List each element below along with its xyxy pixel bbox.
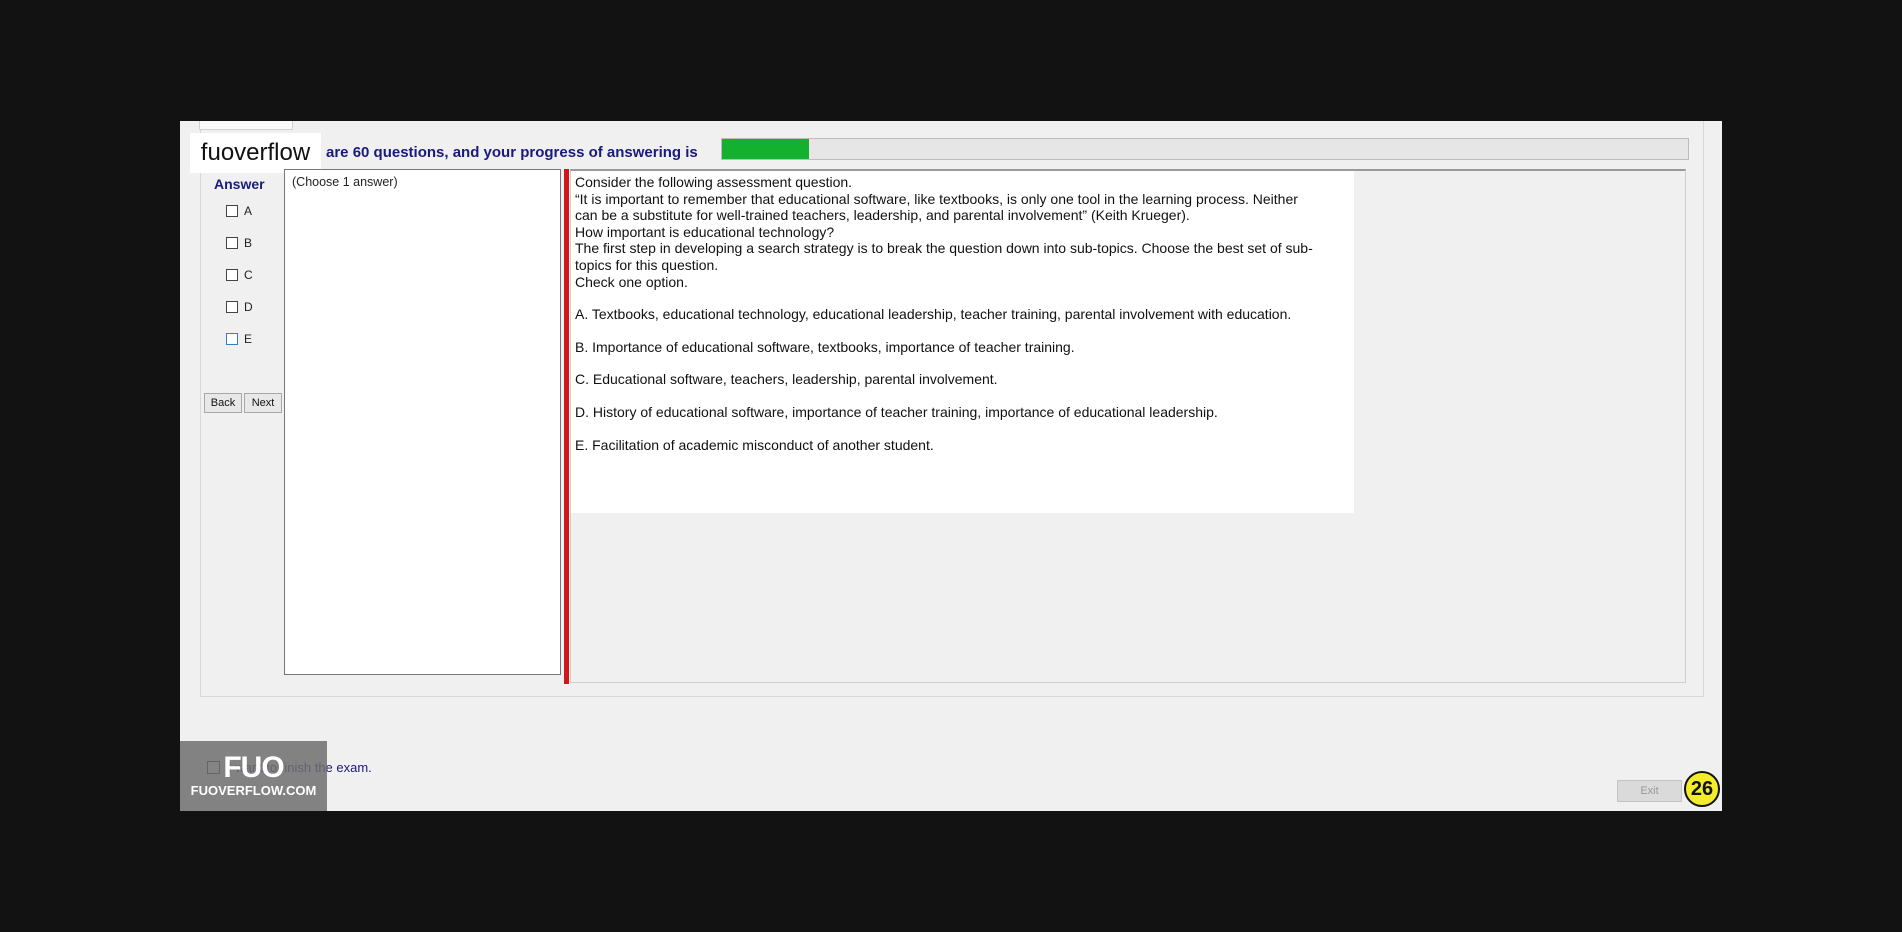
- logo-big-text: FUO: [223, 751, 284, 784]
- panel-separator: [564, 169, 569, 684]
- answer-title: Answer: [214, 176, 265, 192]
- fuoverflow-logo: fuoverflow: [190, 133, 321, 173]
- choose-panel: (Choose 1 answer): [284, 169, 561, 675]
- question-line: Check one option.: [575, 273, 688, 290]
- question-number-badge: 26: [1684, 771, 1720, 807]
- answer-option-c[interactable]: C: [226, 267, 253, 283]
- logo-small-text: FUOVERFLOW.COM: [190, 783, 317, 798]
- option-label: C: [244, 268, 253, 282]
- question-line: The first step in developing a search st…: [575, 240, 1313, 273]
- question-line: Consider the following assessment questi…: [575, 174, 853, 190]
- checkbox[interactable]: [226, 301, 238, 313]
- answer-option-b[interactable]: B: [226, 235, 252, 251]
- progress-bar: [721, 138, 1689, 160]
- question-text: Consider the following assessment questi…: [575, 174, 1315, 453]
- question-line: “It is important to remember that educat…: [575, 190, 1298, 224]
- question-option-a: A. Textbooks, educational technology, ed…: [575, 306, 1292, 323]
- option-label: D: [244, 300, 253, 314]
- back-button[interactable]: Back: [204, 393, 242, 413]
- question-option-c: C. Educational software, teachers, leade…: [575, 371, 998, 388]
- question-panel: Consider the following assessment questi…: [570, 169, 1686, 683]
- question-line: How important is educational technology?: [575, 223, 835, 240]
- option-label: E: [244, 332, 253, 346]
- checkbox[interactable]: [226, 333, 238, 345]
- exam-window: fuoverflow are 60 questions, and your pr…: [180, 121, 1722, 811]
- question-option-e: E. Facilitation of academic misconduct o…: [575, 436, 934, 453]
- exit-button[interactable]: Exit: [1617, 780, 1682, 802]
- tab-stub: [199, 121, 293, 130]
- question-options: A. Textbooks, educational technology, ed…: [575, 306, 1315, 453]
- question-content: Consider the following assessment questi…: [571, 171, 1354, 513]
- choose-label: (Choose 1 answer): [292, 175, 398, 189]
- progress-fill: [722, 139, 809, 159]
- fuoverflow-watermark-logo: FUO FUOVERFLOW.COM: [180, 741, 327, 811]
- answer-option-d[interactable]: D: [226, 299, 253, 315]
- next-button[interactable]: Next: [244, 393, 282, 413]
- checkbox[interactable]: [226, 269, 238, 281]
- question-option-b: B. Importance of educational software, t…: [575, 338, 1075, 355]
- answer-option-a[interactable]: A: [226, 203, 252, 219]
- answer-option-e[interactable]: E: [226, 331, 252, 347]
- question-option-d: D. History of educational software, impo…: [575, 403, 1218, 420]
- checkbox[interactable]: [226, 237, 238, 249]
- option-label: B: [244, 236, 253, 250]
- progress-text: are 60 questions, and your progress of a…: [326, 144, 698, 161]
- option-label: A: [244, 204, 253, 218]
- checkbox[interactable]: [226, 205, 238, 217]
